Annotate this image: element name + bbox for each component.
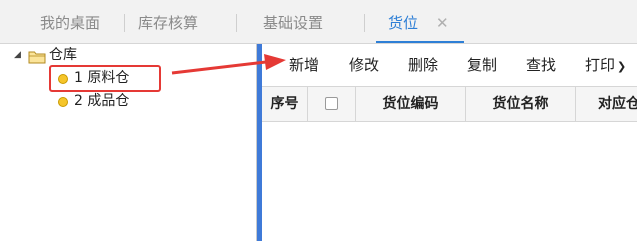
tab-separator: [124, 14, 125, 32]
tree-node-finished-goods-warehouse[interactable]: 2 成品仓: [74, 92, 129, 110]
close-icon[interactable]: ✕: [436, 12, 449, 34]
column-header-location-code[interactable]: 货位编码: [356, 87, 466, 121]
column-header-warehouse[interactable]: 对应仓: [576, 87, 637, 121]
column-header-index[interactable]: 序号: [262, 87, 308, 121]
tab-my-desktop[interactable]: 我的桌面: [40, 12, 100, 34]
edit-button[interactable]: 修改: [349, 55, 379, 75]
copy-button[interactable]: 复制: [467, 55, 497, 75]
tab-storage-location[interactable]: 货位: [388, 12, 418, 34]
tab-separator: [364, 14, 365, 32]
location-grid: 序号 货位编码 货位名称 对应仓: [262, 86, 637, 241]
select-all-checkbox[interactable]: [325, 97, 338, 110]
delete-button[interactable]: 删除: [408, 55, 438, 75]
print-label: 打印: [585, 56, 616, 74]
annotation-highlight-box: [49, 65, 161, 92]
annotation-arrow: [171, 54, 286, 75]
print-button[interactable]: 打印 ❯: [585, 55, 626, 77]
column-header-location-name[interactable]: 货位名称: [466, 87, 576, 121]
add-button[interactable]: 新增: [289, 55, 319, 75]
node-dot-icon: [58, 97, 68, 107]
tab-separator: [236, 14, 237, 32]
tab-inventory-accounting[interactable]: 库存核算: [138, 12, 198, 34]
column-header-select[interactable]: [308, 87, 356, 121]
folder-icon: [28, 51, 46, 64]
tree-expand-triangle-icon[interactable]: ◢: [14, 50, 21, 60]
find-button[interactable]: 查找: [526, 55, 556, 75]
chevron-down-icon: ❯: [617, 60, 627, 73]
tree-root-label[interactable]: 仓库: [49, 46, 77, 64]
grid-header: 序号 货位编码 货位名称 对应仓: [262, 86, 637, 122]
tab-basic-settings[interactable]: 基础设置: [263, 12, 323, 34]
